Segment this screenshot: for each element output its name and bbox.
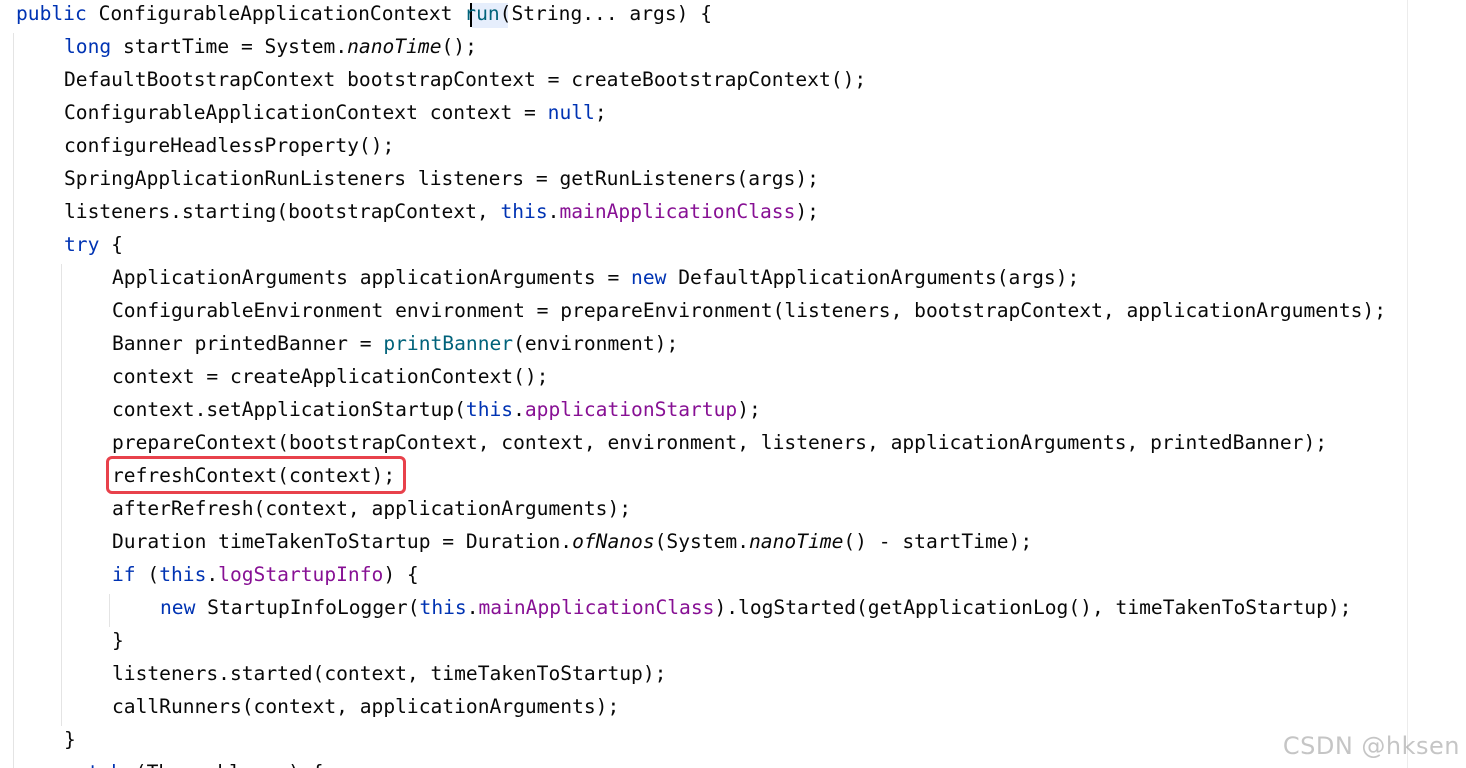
code-line[interactable]: callRunners(context, applicationArgument… bbox=[112, 690, 619, 723]
code-token: . bbox=[513, 398, 525, 421]
code-token: nanoTime bbox=[347, 35, 442, 58]
code-token: listeners.started(context, timeTakenToSt… bbox=[112, 662, 667, 685]
code-line[interactable]: if (this.logStartupInfo) { bbox=[112, 558, 419, 591]
code-line[interactable]: ApplicationArguments applicationArgument… bbox=[112, 261, 1079, 294]
code-token: null bbox=[547, 101, 595, 124]
code-token: public bbox=[16, 2, 87, 25]
indent-guide-if bbox=[109, 594, 110, 627]
code-token: StartupInfoLogger( bbox=[195, 596, 420, 619]
code-editor[interactable]: public ConfigurableApplicationContext ru… bbox=[0, 0, 1466, 768]
code-line[interactable]: SpringApplicationRunListeners listeners … bbox=[64, 162, 819, 195]
code-line[interactable]: configureHeadlessProperty(); bbox=[64, 129, 394, 162]
code-token: logStartupInfo bbox=[218, 563, 384, 586]
code-token: this bbox=[465, 398, 514, 421]
code-token: nanoTime bbox=[749, 530, 844, 553]
code-token: catch bbox=[64, 761, 123, 768]
code-token: run bbox=[464, 2, 500, 25]
indent-guide-try bbox=[61, 264, 62, 726]
code-token: applicationStartup bbox=[524, 398, 738, 421]
code-token: new bbox=[631, 266, 667, 289]
code-token: SpringApplicationRunListeners listeners … bbox=[64, 167, 819, 190]
code-token: } bbox=[112, 629, 124, 652]
code-token: configureHeadlessProperty(); bbox=[64, 134, 395, 157]
right-margin-guide bbox=[1407, 0, 1408, 768]
code-token: () - startTime); bbox=[843, 530, 1033, 553]
code-token: ); bbox=[737, 398, 761, 421]
code-token: Banner printedBanner = bbox=[112, 332, 384, 355]
refresh-context-highlight-box bbox=[106, 456, 406, 494]
code-token: listeners.starting(bootstrapContext, bbox=[64, 200, 501, 223]
code-token: long bbox=[64, 35, 112, 58]
code-token: (); bbox=[441, 35, 477, 58]
code-token: ).logStarted(getApplicationLog(), timeTa… bbox=[714, 596, 1352, 619]
code-line[interactable]: long startTime = System.nanoTime(); bbox=[64, 30, 477, 63]
code-line[interactable]: Banner printedBanner = printBanner(envir… bbox=[112, 327, 678, 360]
code-token: this bbox=[159, 563, 207, 586]
code-token: . bbox=[466, 596, 479, 619]
code-token: } bbox=[64, 728, 76, 751]
watermark: CSDN @hksen bbox=[1282, 732, 1460, 760]
code-line[interactable]: ConfigurableEnvironment environment = pr… bbox=[112, 294, 1386, 327]
code-token: ConfigurableApplicationContext context = bbox=[64, 101, 548, 124]
code-token: . bbox=[206, 563, 219, 586]
code-line[interactable]: catch (Throwable ex) { bbox=[64, 756, 324, 768]
code-token: Duration timeTakenToStartup = Duration. bbox=[112, 530, 573, 553]
code-token: printBanner bbox=[383, 332, 514, 355]
code-line[interactable]: listeners.starting(bootstrapContext, thi… bbox=[64, 195, 819, 228]
code-token: context.setApplicationStartup( bbox=[112, 398, 466, 421]
code-line[interactable]: Duration timeTakenToStartup = Duration.o… bbox=[112, 525, 1032, 558]
code-line[interactable]: new StartupInfoLogger(this.mainApplicati… bbox=[160, 591, 1351, 624]
code-token: prepareContext(bootstrapContext, context… bbox=[112, 431, 1328, 454]
code-line[interactable]: afterRefresh(context, applicationArgumen… bbox=[112, 492, 631, 525]
code-token: (System. bbox=[654, 530, 750, 553]
code-token: DefaultBootstrapContext bootstrapContext… bbox=[64, 68, 867, 91]
code-token: mainApplicationClass bbox=[559, 200, 796, 223]
code-line[interactable]: public ConfigurableApplicationContext ru… bbox=[16, 0, 712, 30]
indent-guide-method bbox=[13, 33, 14, 768]
code-token: new bbox=[160, 596, 196, 619]
code-token: context = createApplicationContext(); bbox=[112, 365, 549, 388]
code-line[interactable]: } bbox=[64, 723, 76, 756]
code-token: { bbox=[99, 233, 123, 256]
code-token: ; bbox=[594, 101, 607, 124]
code-token: (Throwable ex) { bbox=[123, 761, 324, 768]
code-line[interactable]: } bbox=[112, 624, 124, 657]
code-token: (String... args) { bbox=[499, 2, 713, 25]
code-line[interactable]: prepareContext(bootstrapContext, context… bbox=[112, 426, 1327, 459]
code-token: this bbox=[419, 596, 467, 619]
code-token: if bbox=[112, 563, 136, 586]
code-token: ) { bbox=[383, 563, 419, 586]
code-line[interactable]: context = createApplicationContext(); bbox=[112, 360, 548, 393]
code-token: this bbox=[500, 200, 548, 223]
code-token: mainApplicationClass bbox=[478, 596, 715, 619]
code-line[interactable]: listeners.started(context, timeTakenToSt… bbox=[112, 657, 666, 690]
code-token: startTime = System. bbox=[111, 35, 348, 58]
code-token: (environment); bbox=[513, 332, 679, 355]
code-token: ConfigurableEnvironment environment = pr… bbox=[112, 299, 1387, 322]
code-token: try bbox=[64, 233, 100, 256]
code-line[interactable]: try { bbox=[64, 228, 123, 261]
code-token: . bbox=[547, 200, 560, 223]
code-token: ); bbox=[795, 200, 819, 223]
code-token: ConfigurableApplicationContext bbox=[86, 2, 465, 25]
code-line[interactable]: context.setApplicationStartup(this.appli… bbox=[112, 393, 761, 426]
code-token: afterRefresh(context, applicationArgumen… bbox=[112, 497, 632, 520]
code-token: DefaultApplicationArguments(args); bbox=[666, 266, 1080, 289]
code-token: callRunners(context, applicationArgument… bbox=[112, 695, 620, 718]
code-line[interactable]: ConfigurableApplicationContext context =… bbox=[64, 96, 607, 129]
code-token: ( bbox=[135, 563, 160, 586]
code-token: ofNanos bbox=[572, 530, 655, 553]
code-line[interactable]: DefaultBootstrapContext bootstrapContext… bbox=[64, 63, 866, 96]
code-token: ApplicationArguments applicationArgument… bbox=[112, 266, 632, 289]
